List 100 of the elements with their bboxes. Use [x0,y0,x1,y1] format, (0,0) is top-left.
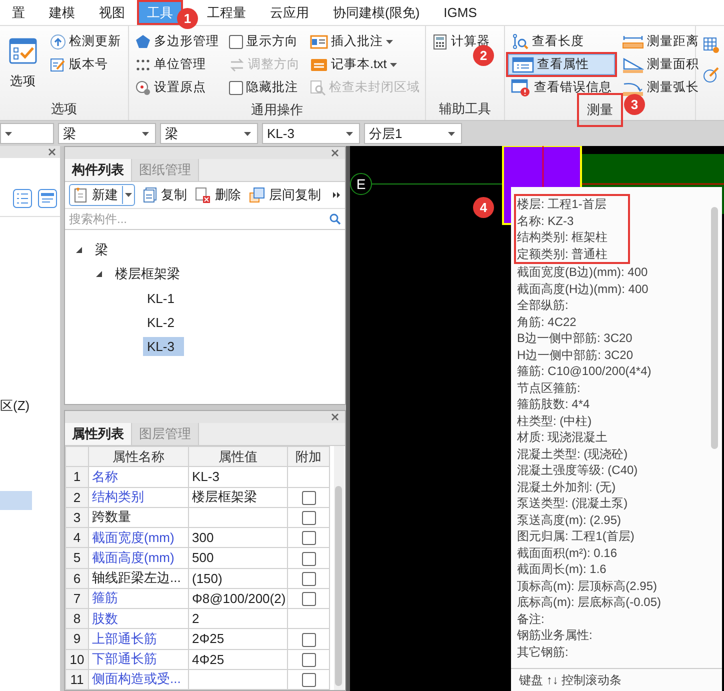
property-name-cell: 肢数 [88,608,188,629]
checkbox[interactable] [302,652,316,667]
new-document-icon [74,187,88,203]
window-view-icon[interactable] [38,188,57,208]
toolbar-button[interactable]: 层间复制 [249,186,321,204]
group-title: 通用操作 [250,101,304,119]
toolbar-button[interactable]: 复制 [143,186,187,204]
property-value-cell[interactable]: (150) [188,568,288,588]
menu-tab[interactable]: 置 [0,0,37,25]
group-title: 辅助工具 [438,100,492,118]
row-number: 10 [66,649,88,670]
property-line: 截面周长(m): 1.6 [516,561,608,578]
scrollbar-thumb[interactable] [711,207,718,449]
tree-item[interactable]: 楼层框架梁 [111,263,190,285]
tree-item[interactable]: KL-2 [143,312,184,332]
column-header: 属性值 [188,446,288,467]
property-line: 其它钢筋: [516,644,570,660]
ribbon-button[interactable]: 设置原点 [132,77,222,98]
property-value-cell[interactable]: 楼层框架梁 [188,487,288,508]
expanded-triangle-icon[interactable] [75,246,83,254]
property-value-cell[interactable]: 2Φ25 [188,628,288,649]
close-icon[interactable] [331,413,339,421]
tree-item[interactable]: 梁 [91,239,118,261]
dropdown-field[interactable]: KL-3 [262,123,360,144]
dropdown-field[interactable]: 梁 [160,123,258,144]
ribbon-button[interactable]: 查看长度 [508,31,615,52]
property-line: B边一侧中部筋: 3C20 [516,330,634,346]
length-magnifier-icon [511,34,529,50]
checkbox-option[interactable]: 显示方向 [226,31,303,52]
checkbox[interactable] [302,531,316,546]
checkbox-option[interactable]: 隐藏批注 [226,77,303,98]
grid-gear-icon[interactable] [702,36,720,54]
layer-copy-icon [249,187,265,203]
dropdown-field[interactable]: 分层1 [364,123,462,144]
checkbox[interactable] [302,673,316,688]
checkbox[interactable] [302,511,316,526]
close-icon[interactable] [331,149,339,157]
menu-item-text[interactable]: 区(Z) [0,397,60,415]
checkbox[interactable] [302,572,316,586]
tree-item[interactable]: KL-3 [143,336,184,356]
property-value-cell[interactable]: 2 [188,608,288,629]
list-view-icon[interactable] [13,188,32,208]
property-name-cell: 侧面构造或受... [88,669,188,690]
property-value-cell[interactable]: 4Φ25 [188,649,288,670]
row-number: 1 [66,466,88,487]
property-line: 箍筋肢数: 4*4 [516,396,591,412]
property-line: 全部纵筋: [516,297,570,314]
tree-item[interactable]: KL-1 [143,288,184,308]
ribbon-button[interactable]: 测量距离 [619,31,702,52]
new-split-button[interactable]: 新建 [69,184,135,206]
dropdown-field[interactable] [0,123,54,144]
checkbox[interactable] [302,490,316,505]
property-value-cell[interactable]: Φ8@100/200(2) [188,588,288,608]
dropdown-button[interactable]: 记事本.txt [307,54,423,75]
menu-tab[interactable]: 视图 [87,0,137,25]
menu-tab[interactable]: 工程量 [201,0,258,25]
dropdown-field[interactable]: 梁 [58,123,156,144]
menu-tab[interactable]: 建模 [37,0,87,25]
search-icon [329,213,341,225]
ribbon-button[interactable]: 查看属性 [508,54,615,75]
pentagon-icon [135,34,151,50]
dropdown-button[interactable]: 插入批注 [307,31,423,52]
property-line: 钢筋业务属性: [516,627,594,644]
menu-tab[interactable]: 云应用 [258,0,321,25]
options-button[interactable]: 选项 [3,31,43,96]
origin-gear-icon [135,80,151,96]
error-window-icon [511,78,531,96]
toolbar-button[interactable]: 删除 [195,186,241,204]
checkbox[interactable] [229,80,243,94]
property-line: 定额类别: 普通柱 [516,246,608,262]
row-number: 3 [66,507,88,528]
property-value-cell[interactable]: KL-3 [188,466,288,487]
close-icon[interactable] [48,148,56,156]
panel-tab[interactable]: 属性列表 [65,423,132,445]
checkbox[interactable] [302,552,316,566]
row-number: 6 [66,568,88,588]
panel-tab[interactable]: 构件列表 [65,159,132,181]
pencil-cycle-icon[interactable] [702,66,720,84]
ribbon-button[interactable]: 检测更新 [47,31,124,52]
checkbox[interactable] [229,34,243,48]
ribbon-button[interactable]: 测量面积 [619,54,702,75]
ribbon-button[interactable]: 版本号 [47,54,124,75]
scrollbar-thumb[interactable] [335,486,342,686]
ribbon-button[interactable]: 查看错误信息 [508,77,615,98]
column-header: 附加 [288,446,330,467]
checkbox[interactable] [302,592,316,606]
insert-note-icon [310,34,328,50]
more-chevron-icon[interactable] [333,191,341,199]
property-line: 混凝土外加剂: (无) [516,478,617,495]
checkbox[interactable] [302,632,316,647]
ribbon-button[interactable]: 多边形管理 [132,31,222,52]
expanded-triangle-icon[interactable] [95,270,103,278]
property-value-cell[interactable]: 500 [188,548,288,568]
caret-icon [346,132,353,136]
menu-tab[interactable]: 协同建模(限免) [321,0,432,25]
menu-tab[interactable]: IGMS [432,0,489,25]
row-number: 4 [66,528,88,548]
ribbon-button[interactable]: 单位管理 [132,54,222,75]
property-value-cell[interactable]: 300 [188,528,288,548]
property-line: 截面面积(m²): 0.16 [516,544,618,561]
